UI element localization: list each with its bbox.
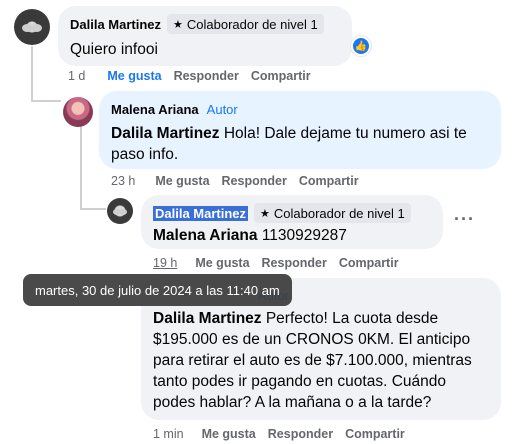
comment-text: Malena Ariana 1130929287: [153, 227, 347, 244]
comment-actions-2: 23 h Me gusta Responder Compartir: [111, 173, 359, 189]
share-button[interactable]: Compartir: [251, 69, 311, 83]
like-icon[interactable]: 👍: [351, 36, 371, 56]
mention-link[interactable]: Dalila Martinez: [153, 310, 262, 327]
thread-line-branch: [31, 100, 61, 102]
reply-button[interactable]: Responder: [262, 256, 327, 270]
thread-line-reply-branch: [80, 208, 106, 210]
reply-button[interactable]: Responder: [222, 174, 287, 188]
comment-author[interactable]: Dalila Martinez: [70, 17, 161, 32]
comment-actions-3: 19 h Me gusta Responder Compartir: [153, 255, 399, 271]
comment-timestamp[interactable]: 19 h: [153, 256, 177, 270]
author-role-label: Autor: [206, 101, 238, 117]
comment-author[interactable]: Dalila Martinez: [153, 205, 249, 221]
star-icon: ★: [173, 18, 183, 31]
comment-text: Dalila Martinez Perfecto! La cuota desde…: [153, 310, 472, 411]
contributor-badge: ★ Colaborador de nivel 1: [254, 203, 411, 223]
contributor-badge: ★ Colaborador de nivel 1: [167, 14, 324, 34]
mention-link[interactable]: Malena Ariana: [153, 227, 258, 244]
reply-button[interactable]: Responder: [268, 427, 333, 441]
star-icon: ★: [260, 207, 270, 220]
comment-bubble-3: Dalila Martinez ★ Colaborador de nivel 1…: [141, 195, 443, 249]
comment-text: Dalila Martinez Hola! Dale dejame tu num…: [111, 125, 467, 163]
comment-bubble-1: Dalila Martinez ★ Colaborador de nivel 1…: [58, 6, 352, 66]
share-button[interactable]: Compartir: [345, 427, 405, 441]
badge-label: Colaborador de nivel 1: [186, 16, 318, 32]
more-options-icon[interactable]: ···: [454, 209, 475, 230]
thread-line-reply: [80, 126, 82, 210]
comment-timestamp[interactable]: 23 h: [111, 174, 135, 188]
comment-actions-4: 1 min Me gusta Responder Compartir: [153, 426, 405, 442]
avatar-dalila[interactable]: [14, 9, 50, 45]
like-button[interactable]: Me gusta: [107, 69, 161, 83]
comment-actions-1: 1 d Me gusta Responder Compartir: [68, 68, 311, 84]
timestamp-tooltip: martes, 30 de julio de 2024 a las 11:40 …: [23, 274, 292, 306]
share-button[interactable]: Compartir: [339, 256, 399, 270]
like-button[interactable]: Me gusta: [202, 427, 256, 441]
share-button[interactable]: Compartir: [299, 174, 359, 188]
mention-link[interactable]: Dalila Martinez: [111, 125, 220, 142]
badge-label: Colaborador de nivel 1: [273, 205, 405, 221]
like-button[interactable]: Me gusta: [195, 256, 249, 270]
thread-line-main: [31, 46, 33, 102]
comment-author[interactable]: Malena Ariana: [111, 102, 199, 117]
avatar-dalila[interactable]: [107, 198, 133, 224]
comment-timestamp[interactable]: 1 min: [153, 427, 184, 441]
like-button[interactable]: Me gusta: [155, 174, 209, 188]
avatar-malena[interactable]: [63, 97, 93, 127]
comment-timestamp[interactable]: 1 d: [68, 69, 85, 83]
reply-button[interactable]: Responder: [174, 69, 239, 83]
comment-bubble-2: Malena Ariana Autor Dalila Martinez Hola…: [99, 91, 501, 169]
comment-text: Quiero infooi: [70, 41, 158, 58]
